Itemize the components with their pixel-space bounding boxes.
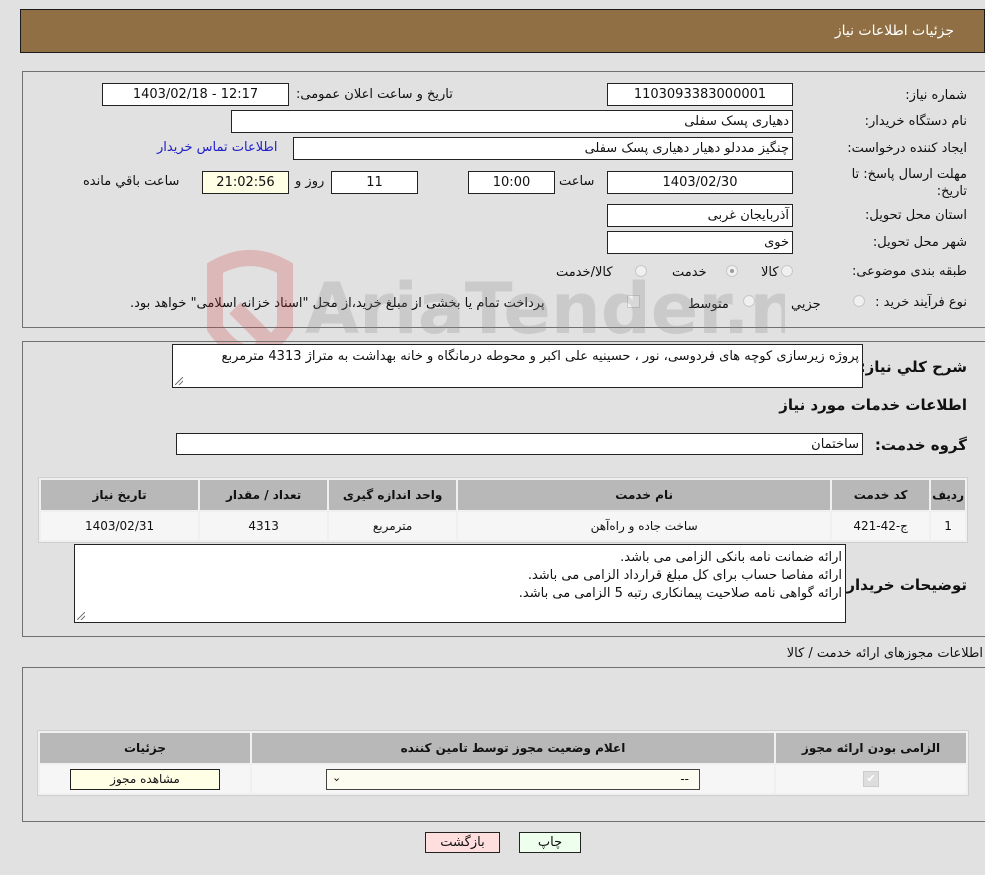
cell-service-name: ساخت جاده و راه‌آهن <box>458 512 831 540</box>
table-row: ✔ -- ⌄ مشاهده مجوز <box>40 765 966 793</box>
category-option-service: خدمت <box>672 265 707 280</box>
days-label: روز و <box>295 174 325 189</box>
page-title: جزئیات اطلاعات نیاز <box>834 23 954 39</box>
category-radio-goods[interactable] <box>781 265 793 277</box>
back-button[interactable]: بازگشت <box>425 832 500 853</box>
cell-permit-status: -- ⌄ <box>252 765 774 793</box>
cell-need-date: 1403/02/31 <box>41 512 199 540</box>
category-label: طبقه بندی موضوعی: <box>851 264 967 279</box>
chevron-down-icon: ⌄ <box>332 770 342 784</box>
required-checkbox[interactable]: ✔ <box>863 771 879 787</box>
deadline-time-field[interactable]: 10:00 <box>468 171 555 194</box>
buyer-note-line: ارائه گواهی نامه صلاحیت پیمانکاری رتبه 5… <box>518 586 842 601</box>
category-option-goods-service: کالا/خدمت <box>556 265 613 280</box>
services-table: ردیف کد خدمت نام خدمت واحد اندازه گیری ت… <box>38 477 968 543</box>
buyer-note-line: ارائه مفاصا حساب برای کل مبلغ قرارداد ال… <box>527 568 842 583</box>
col-row-number: ردیف <box>931 480 965 510</box>
permit-status-select[interactable]: -- ⌄ <box>326 768 700 790</box>
province-field[interactable]: آذربایجان غربی <box>607 204 793 227</box>
resize-grip-icon[interactable] <box>175 377 183 385</box>
cell-unit: مترمربع <box>329 512 457 540</box>
city-field[interactable]: خوی <box>607 231 793 254</box>
remaining-time-field[interactable]: 21:02:56 <box>202 171 289 194</box>
description-label: شرح کلي نياز: <box>859 358 967 376</box>
requester-field[interactable]: چنگیز مددلو دهیار دهیاری پسک سفلی <box>293 137 793 160</box>
days-remaining-field[interactable]: 11 <box>331 171 418 194</box>
cell-permit-details: مشاهده مجوز <box>40 765 250 793</box>
description-textarea[interactable]: پروژه زیرسازی کوچه های فردوسی، نور ، حسی… <box>172 344 863 388</box>
process-option-minor: جزيي <box>791 297 821 312</box>
page-header: جزئیات اطلاعات نیاز <box>20 9 985 53</box>
service-group-field[interactable]: ساختمان <box>176 433 863 455</box>
service-group-label: گروه خدمت: <box>874 436 967 454</box>
buyer-note-line: ارائه ضمانت نامه بانکی الزامی می باشد. <box>620 550 842 565</box>
col-unit: واحد اندازه گیری <box>329 480 457 510</box>
permits-table: الزامی بودن ارائه مجوز اعلام وضعیت مجوز … <box>37 730 969 796</box>
cell-row-number: 1 <box>931 512 965 540</box>
category-option-goods: کالا <box>761 265 779 280</box>
col-service-code: کد خدمت <box>832 480 930 510</box>
services-section-title: اطلاعات خدمات مورد نیاز <box>779 396 967 414</box>
col-permit-status: اعلام وضعیت مجوز توسط تامین کننده <box>252 733 774 763</box>
table-row: 1 ج-42-421 ساخت جاده و راه‌آهن مترمربع 4… <box>41 512 965 540</box>
category-radio-service[interactable] <box>726 265 738 277</box>
buyer-org-label: نام دستگاه خریدار: <box>864 114 967 129</box>
col-need-date: تاریخ نیاز <box>41 480 199 510</box>
process-radio-medium[interactable] <box>743 295 755 307</box>
col-permit-required: الزامی بودن ارائه مجوز <box>776 733 966 763</box>
deadline-time-label: ساعت <box>559 174 595 189</box>
treasury-checkbox[interactable] <box>627 295 640 308</box>
services-table-header: ردیف کد خدمت نام خدمت واحد اندازه گیری ت… <box>41 480 965 510</box>
deadline-label: مهلت ارسال پاسخ: تا تاریخ: <box>851 167 967 199</box>
process-label: نوع فرآیند خرید : <box>875 295 967 310</box>
description-text: پروژه زیرسازی کوچه های فردوسی، نور ، حسی… <box>221 349 859 364</box>
print-button[interactable]: چاپ <box>519 832 581 853</box>
cell-quantity: 4313 <box>200 512 328 540</box>
permits-table-header: الزامی بودن ارائه مجوز اعلام وضعیت مجوز … <box>40 733 966 763</box>
process-radio-minor[interactable] <box>853 295 865 307</box>
col-quantity: تعداد / مقدار <box>200 480 328 510</box>
remaining-time-label: ساعت باقي مانده <box>83 174 180 189</box>
buyer-org-field[interactable]: دهیاری پسک سفلی <box>231 110 793 133</box>
deadline-date-field[interactable]: 1403/02/30 <box>607 171 793 194</box>
col-service-name: نام خدمت <box>458 480 831 510</box>
process-option-medium: متوسط <box>688 297 729 312</box>
buyer-notes-label: توضیحات خریدار: <box>840 576 967 594</box>
announce-datetime-field[interactable]: 1403/02/18 - 12:17 <box>102 83 289 106</box>
permits-section-title: اطلاعات مجوزهای ارائه خدمت / کالا <box>786 646 983 661</box>
need-number-field[interactable]: 1103093383000001 <box>607 83 793 106</box>
cell-service-code: ج-42-421 <box>832 512 930 540</box>
resize-grip-icon[interactable] <box>77 612 85 620</box>
category-radio-goods-service[interactable] <box>635 265 647 277</box>
province-label: استان محل تحویل: <box>865 208 967 223</box>
process-note: پرداخت تمام یا بخشی از مبلغ خرید،از محل … <box>130 296 545 311</box>
cell-permit-required: ✔ <box>776 765 966 793</box>
buyer-contact-link[interactable]: اطلاعات تماس خریدار <box>157 140 277 155</box>
permit-status-selected: -- <box>680 771 689 786</box>
requester-label: ایجاد کننده درخواست: <box>847 141 967 156</box>
need-number-label: شماره نیاز: <box>905 88 967 103</box>
announce-label: تاریخ و ساعت اعلان عمومی: <box>296 87 453 102</box>
view-permit-button[interactable]: مشاهده مجوز <box>70 768 220 790</box>
buyer-notes-textarea[interactable]: ارائه ضمانت نامه بانکی الزامی می باشد. ا… <box>74 544 846 623</box>
city-label: شهر محل تحویل: <box>872 235 967 250</box>
col-permit-details: جزئیات <box>40 733 250 763</box>
